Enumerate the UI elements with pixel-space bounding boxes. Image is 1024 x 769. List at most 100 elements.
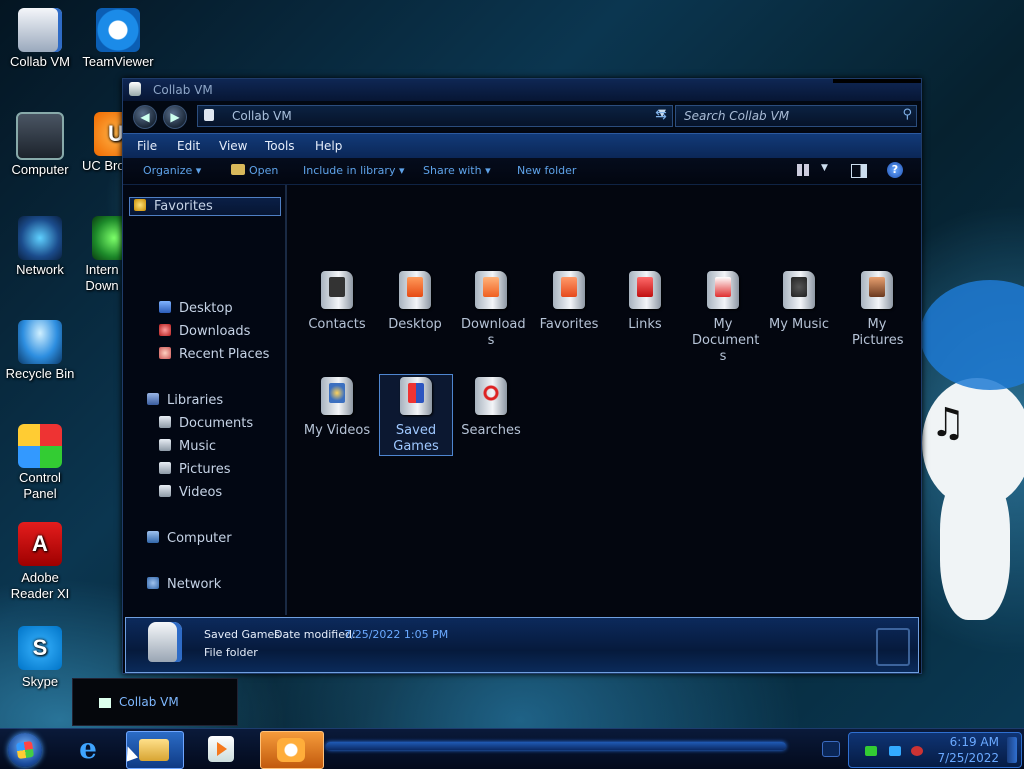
- nav-documents[interactable]: Documents: [159, 416, 253, 431]
- new-folder-button[interactable]: New folder: [517, 164, 576, 177]
- folder-item-my-documents[interactable]: My Document s: [687, 269, 759, 365]
- nav-recent-places[interactable]: Recent Places: [159, 347, 269, 362]
- contacts-folder-icon: [317, 269, 357, 313]
- folder-item-contacts[interactable]: Contacts: [301, 269, 373, 333]
- uc-browser-icon: U: [94, 112, 124, 156]
- pictures-folder-icon: [857, 269, 897, 313]
- taskbar-thumbnail[interactable]: Collab VM: [72, 678, 238, 726]
- refresh-icon: ⇆: [655, 107, 667, 123]
- search-icon[interactable]: ⚲: [902, 107, 912, 122]
- nav-desktop[interactable]: Desktop: [159, 301, 233, 316]
- desktop-icon-control-panel[interactable]: Control Panel: [0, 424, 80, 502]
- file-list: Contacts Desktop Download s Favorites Li…: [287, 185, 919, 615]
- flag-icon[interactable]: [865, 746, 877, 756]
- refresh-button[interactable]: ⇆: [651, 105, 671, 125]
- details-date-value: 7/25/2022 1:05 PM: [344, 628, 449, 641]
- internet-explorer-icon: e: [79, 732, 97, 765]
- desktop-icon-adobe-reader[interactable]: A Adobe Reader XI: [0, 522, 80, 602]
- explorer-window[interactable]: Collab VM ◀ ▶ Collab VM ▼ ⇆ ⚲ File Edit …: [122, 78, 922, 674]
- help-icon[interactable]: ?: [887, 162, 903, 178]
- folder-item-downloads[interactable]: Download s: [455, 269, 527, 349]
- music-note-icon: ♫: [930, 400, 966, 446]
- forward-button[interactable]: ▶: [163, 105, 187, 129]
- clock-time[interactable]: 6:19 AM: [950, 735, 999, 749]
- menu-edit[interactable]: Edit: [177, 139, 200, 153]
- search-box[interactable]: ⚲: [675, 105, 917, 127]
- desktop-icon-network[interactable]: Network: [0, 216, 80, 278]
- include-in-library-button[interactable]: Include in library ▾: [303, 164, 404, 177]
- forward-arrow-icon: ▶: [170, 110, 180, 124]
- clock-date[interactable]: 7/25/2022: [937, 751, 999, 765]
- open-button[interactable]: Open: [249, 164, 278, 177]
- network-status-icon[interactable]: [889, 746, 901, 756]
- search-input[interactable]: [682, 107, 896, 125]
- taskbar: e 6:19 AM 7/25/2022: [0, 728, 1024, 769]
- folder-item-my-music[interactable]: My Music: [763, 269, 835, 333]
- adobe-reader-icon: A: [18, 522, 62, 566]
- network-icon: [18, 216, 62, 260]
- nav-libraries[interactable]: Libraries: [147, 393, 223, 408]
- folder-item-favorites[interactable]: Favorites: [533, 269, 605, 333]
- volume-icon[interactable]: [911, 746, 923, 756]
- desktop-icon-skype[interactable]: S Skype: [0, 626, 80, 690]
- folder-item-searches[interactable]: Searches: [455, 375, 527, 439]
- window-titlebar[interactable]: Collab VM: [123, 79, 921, 101]
- keyboard-icon[interactable]: [822, 741, 840, 757]
- nav-pictures[interactable]: Pictures: [159, 462, 230, 477]
- menu-file[interactable]: File: [137, 139, 157, 153]
- computer-icon: [147, 531, 159, 543]
- desktop-icon-uc-browser[interactable]: U UC Bro: [78, 112, 124, 174]
- menu-view[interactable]: View: [219, 139, 247, 153]
- desktop-icon-recycle-bin[interactable]: Recycle Bin: [0, 320, 80, 382]
- nav-music[interactable]: Music: [159, 439, 216, 454]
- windows-logo-icon: [15, 740, 35, 760]
- back-arrow-icon: ◀: [140, 110, 150, 124]
- nav-network[interactable]: Network: [147, 577, 221, 592]
- details-type: File folder: [204, 646, 258, 659]
- organize-button[interactable]: Organize ▾: [143, 164, 201, 177]
- navigation-bar: ◀ ▶ Collab VM ▼ ⇆ ⚲: [123, 101, 921, 131]
- folder-item-links[interactable]: Links: [609, 269, 681, 333]
- back-button[interactable]: ◀: [133, 105, 157, 129]
- menu-tools[interactable]: Tools: [265, 139, 295, 153]
- folder-item-saved-games[interactable]: Saved Games: [379, 374, 453, 456]
- command-bar: Organize ▾ Open Include in library ▾ Sha…: [123, 158, 921, 185]
- taskbar-internet-explorer[interactable]: e: [66, 731, 110, 767]
- nav-favorites[interactable]: Favorites: [129, 197, 281, 216]
- desktop-icon-internet-download-manager[interactable]: Intern Down: [82, 216, 124, 294]
- taskbar-uc-browser[interactable]: [260, 731, 324, 769]
- desktop-icon-computer[interactable]: Computer: [0, 112, 80, 178]
- folder-item-desktop[interactable]: Desktop: [379, 269, 451, 333]
- view-options-dropdown-icon[interactable]: ▼: [821, 163, 828, 173]
- documents-icon: [159, 416, 171, 428]
- taskbar-media-player[interactable]: [200, 731, 244, 767]
- desktop-icon-collab-vm[interactable]: Collab VM: [0, 8, 80, 70]
- nav-downloads[interactable]: Downloads: [159, 324, 250, 339]
- start-button[interactable]: [8, 733, 42, 767]
- libraries-icon: [147, 393, 159, 405]
- computer-icon: [16, 112, 64, 160]
- download-manager-icon: [92, 216, 124, 260]
- window-thumbnail-icon: [99, 698, 111, 708]
- system-tray: 6:19 AM 7/25/2022: [848, 732, 1022, 768]
- open-folder-icon: [231, 164, 245, 175]
- preview-pane-icon[interactable]: [851, 164, 867, 178]
- network-icon: [147, 577, 159, 589]
- control-panel-icon: [18, 424, 62, 468]
- nav-videos[interactable]: Videos: [159, 485, 222, 500]
- folder-item-my-pictures[interactable]: My Pictures: [841, 269, 913, 349]
- folder-item-my-videos[interactable]: My Videos: [301, 375, 373, 439]
- star-icon: [134, 199, 146, 211]
- menu-help[interactable]: Help: [315, 139, 342, 153]
- downloads-icon: [159, 324, 171, 336]
- details-corner-icon: [876, 628, 910, 666]
- change-view-icon[interactable]: [797, 164, 809, 176]
- address-bar[interactable]: Collab VM ▼: [197, 105, 673, 127]
- music-folder-icon: [779, 269, 819, 313]
- links-folder-icon: [625, 269, 665, 313]
- desktop-icon-teamviewer[interactable]: TeamViewer 10: [78, 8, 158, 70]
- share-with-button[interactable]: Share with ▾: [423, 164, 491, 177]
- nav-computer[interactable]: Computer: [147, 531, 232, 546]
- show-desktop-button[interactable]: [1007, 737, 1017, 763]
- location-icon: [204, 109, 214, 121]
